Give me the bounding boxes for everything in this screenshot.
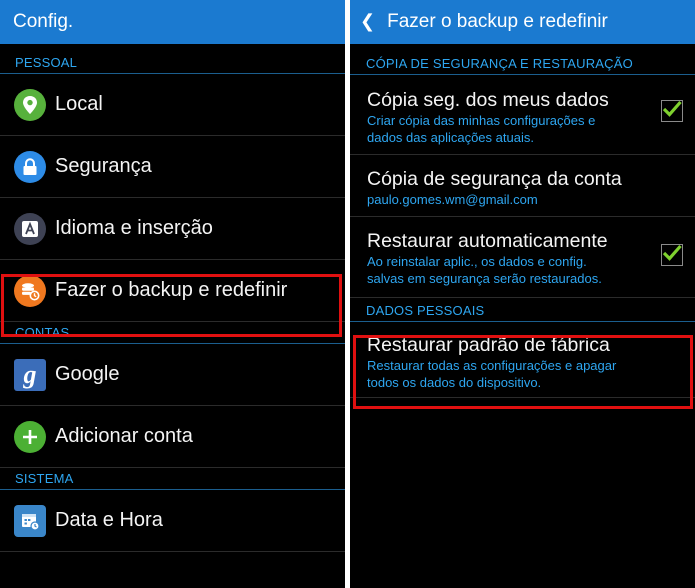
setting-summary-line: todos os dados do dispositivo. [367, 375, 542, 390]
section-header-sistema: SISTEMA [0, 468, 345, 490]
restaurar-auto-checkbox[interactable] [661, 244, 683, 266]
lock-icon [14, 150, 46, 183]
backup-action-bar[interactable]: ❮ Fazer o backup e redefinir [350, 0, 695, 44]
section-label: PESSOAL [15, 55, 78, 70]
backup-reset-panel: ❮ Fazer o backup e redefinir CÓPIA DE SE… [350, 0, 695, 588]
settings-panel: Config. PESSOAL Local Segurança Idioma e… [0, 0, 345, 588]
location-pin-icon [14, 88, 46, 121]
menu-item-label: Data e Hora [55, 509, 163, 531]
section-label: SISTEMA [15, 471, 74, 486]
setting-copia-seg-dados[interactable]: Cópia seg. dos meus dados Criar cópia da… [350, 75, 695, 155]
page-title: Fazer o backup e redefinir [387, 11, 608, 32]
section-header-pessoal: PESSOAL [0, 44, 345, 74]
checkmark-icon [661, 99, 683, 124]
menu-item-local[interactable]: Local [0, 74, 345, 136]
checkmark-icon [661, 243, 683, 268]
section-header-contas: CONTAS [0, 322, 345, 344]
section-label: DADOS PESSOAIS [366, 303, 485, 318]
setting-title: Restaurar padrão de fábrica [367, 334, 610, 356]
menu-item-adicionar-conta[interactable]: Adicionar conta [0, 406, 345, 468]
section-label: CÓPIA DE SEGURANÇA E RESTAURAÇÃO [366, 56, 633, 71]
menu-item-data-hora[interactable]: Data e Hora [0, 490, 345, 552]
setting-copia-seg-conta[interactable]: Cópia de segurança da conta paulo.gomes.… [350, 155, 695, 217]
setting-title: Cópia seg. dos meus dados [367, 89, 609, 111]
keyboard-letter-icon [14, 212, 46, 245]
setting-restaurar-auto[interactable]: Restaurar automaticamente Ao reinstalar … [350, 217, 695, 298]
setting-summary-line: Criar cópia das minhas configurações e [367, 113, 596, 128]
menu-item-label: Google [55, 363, 120, 385]
setting-summary-line: Ao reinstalar aplic., os dados e config. [367, 254, 587, 269]
setting-summary-line: dados das aplicações atuais. [367, 130, 534, 145]
menu-item-label: Adicionar conta [55, 425, 193, 447]
menu-item-seguranca[interactable]: Segurança [0, 136, 345, 198]
section-label: CONTAS [15, 325, 70, 340]
page-title: Config. [13, 11, 74, 32]
backup-restore-icon [14, 274, 46, 307]
settings-action-bar: Config. [0, 0, 345, 44]
account-email: paulo.gomes.wm@gmail.com [367, 192, 538, 207]
setting-title: Cópia de segurança da conta [367, 168, 622, 190]
menu-item-label: Idioma e inserção [55, 217, 213, 239]
menu-item-google[interactable]: g Google [0, 344, 345, 406]
google-g-icon: g [14, 358, 46, 391]
back-chevron-icon[interactable]: ❮ [360, 11, 375, 32]
menu-item-label: Segurança [55, 155, 152, 177]
section-header-copia: CÓPIA DE SEGURANÇA E RESTAURAÇÃO [350, 44, 695, 75]
menu-item-label: Local [55, 93, 103, 115]
setting-title: Restaurar automaticamente [367, 230, 608, 252]
plus-icon [14, 420, 46, 453]
menu-item-idioma[interactable]: Idioma e inserção [0, 198, 345, 260]
setting-summary-line: salvas em segurança serão restaurados. [367, 271, 602, 286]
calendar-clock-icon [14, 504, 46, 537]
menu-item-label: Fazer o backup e redefinir [55, 279, 288, 301]
setting-summary-line: Restaurar todas as configurações e apaga… [367, 358, 617, 373]
section-header-dados-pessoais: DADOS PESSOAIS [350, 298, 695, 322]
copia-dados-checkbox[interactable] [661, 100, 683, 122]
setting-restaurar-padrao-fabrica[interactable]: Restaurar padrão de fábrica Restaurar to… [350, 322, 695, 398]
menu-item-backup[interactable]: Fazer o backup e redefinir [0, 260, 345, 322]
